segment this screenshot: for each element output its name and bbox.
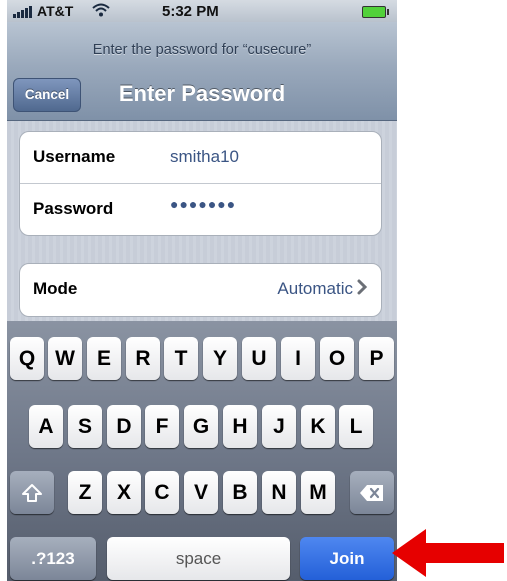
username-label: Username [33,147,116,166]
space-key[interactable]: space [107,537,290,580]
key-d[interactable]: D [107,405,141,448]
key-l[interactable]: L [339,405,373,448]
key-y[interactable]: Y [203,337,237,380]
key-z[interactable]: Z [68,471,102,514]
backspace-icon [360,484,383,501]
password-row[interactable]: Password ●●●●●●● [20,183,381,235]
key-t[interactable]: T [164,337,198,380]
key-h[interactable]: H [223,405,257,448]
annotation-arrow-icon [392,529,504,577]
carrier-name: AT&T [37,3,74,19]
key-k[interactable]: K [301,405,335,448]
navigation-bar: Enter the password for “cusecure” Cancel… [7,22,397,121]
iphone-screen: AT&T 5:32 PM Enter the password for “cus… [7,0,397,581]
delete-key[interactable] [350,471,394,514]
password-label: Password [33,199,114,218]
clock: 5:32 PM [162,3,219,20]
form-area: Username smitha10 Password ●●●●●●● Mode … [7,121,397,321]
key-p[interactable]: P [359,337,394,380]
key-c[interactable]: C [145,471,179,514]
key-q[interactable]: Q [10,337,44,380]
key-u[interactable]: U [242,337,276,380]
mode-row[interactable]: Mode Automatic [20,264,381,316]
join-button[interactable]: Join [300,537,394,580]
credentials-group: Username smitha10 Password ●●●●●●● [19,131,382,236]
wifi-icon [92,3,110,17]
mode-label: Mode [33,279,78,298]
key-v[interactable]: V [184,471,218,514]
mode-value: Automatic [277,279,353,298]
signal-strength-icon [13,6,35,18]
key-m[interactable]: M [301,471,335,514]
key-e[interactable]: E [87,337,121,380]
chevron-right-icon [357,279,368,295]
key-x[interactable]: X [107,471,141,514]
shift-icon [22,483,42,502]
password-field[interactable]: ●●●●●●● [170,196,236,212]
key-j[interactable]: J [262,405,296,448]
key-s[interactable]: S [68,405,102,448]
battery-icon [362,6,389,18]
numbers-key[interactable]: .?123 [10,537,96,580]
key-i[interactable]: I [281,337,315,380]
shift-key[interactable] [10,471,54,514]
password-prompt: Enter the password for “cusecure” [92,42,312,58]
mode-group: Mode Automatic [19,263,382,317]
status-bar: AT&T 5:32 PM [7,0,397,22]
key-w[interactable]: W [48,337,82,380]
key-n[interactable]: N [262,471,296,514]
key-f[interactable]: F [145,405,179,448]
key-a[interactable]: A [29,405,63,448]
key-g[interactable]: G [184,405,218,448]
onscreen-keyboard: Q W E R T Y U I O P A S D F G H J K L Z … [7,321,397,581]
key-o[interactable]: O [320,337,354,380]
key-r[interactable]: R [126,337,160,380]
page-title: Enter Password [118,81,286,106]
username-row[interactable]: Username smitha10 [20,132,381,183]
username-field[interactable]: smitha10 [170,147,239,167]
cancel-button[interactable]: Cancel [13,78,81,112]
key-b[interactable]: B [223,471,257,514]
